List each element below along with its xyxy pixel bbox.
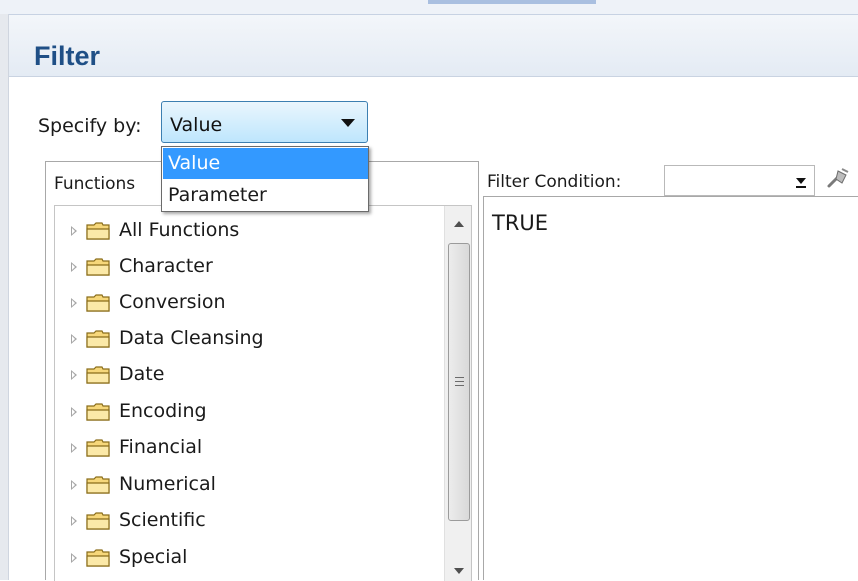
specify-by-selected-value: Value [170,114,223,136]
grip-line [455,377,464,378]
tree-item-label: Date [119,363,165,385]
tree-item-label: Scientific [119,509,206,531]
expand-arrow-icon[interactable] [71,334,77,344]
tree-item-label: Conversion [119,291,226,313]
filter-condition-combo[interactable] [664,165,815,196]
tree-item-label: Numerical [119,473,216,495]
grip-line [455,381,464,382]
expression-builder-icon[interactable] [825,166,851,192]
tree-item[interactable]: Encoding [55,395,435,429]
folder-icon [86,549,110,567]
tree-item-label: All Functions [119,219,240,241]
tree-item[interactable]: Scientific [55,504,435,538]
dropdown-option-value[interactable]: Value [163,148,368,179]
functions-panel-label: Functions [54,174,136,194]
folder-icon [86,258,110,276]
expand-arrow-icon[interactable] [71,298,77,308]
scrollbar-thumb[interactable] [448,243,470,521]
tree-item-label: Data Cleansing [119,327,264,349]
folder-icon [86,294,110,312]
folder-icon [86,366,110,384]
active-tab-indicator [428,0,596,4]
expand-arrow-icon[interactable] [71,443,77,453]
expand-arrow-icon[interactable] [71,516,77,526]
folder-icon [86,512,110,530]
chevron-down-icon[interactable] [341,119,355,127]
filter-condition-editor[interactable]: TRUE [483,196,858,580]
tree-item[interactable]: Conversion [55,286,435,320]
tree-item-label: Special [119,546,188,568]
expand-arrow-icon[interactable] [71,226,77,236]
top-tab-strip [0,0,858,15]
expand-arrow-icon[interactable] [71,262,77,272]
dialog-header: Filter [9,15,858,77]
filter-condition-text[interactable]: TRUE [492,211,548,235]
tree-item[interactable]: Character [55,250,435,284]
folder-icon [86,476,110,494]
scroll-down-arrow-icon[interactable] [454,568,464,574]
tree-item-label: Encoding [119,400,207,422]
expand-arrow-icon[interactable] [71,407,77,417]
tree-item[interactable]: All Functions [55,214,435,248]
tree-item-label: Financial [119,436,203,458]
specify-by-label: Specify by: [38,115,142,137]
dropdown-option-parameter[interactable]: Parameter [163,180,368,211]
tree-item[interactable]: Special [55,541,435,575]
filter-condition-label: Filter Condition: [487,172,622,192]
functions-tree: All Functions Character Conversion Data Cle… [54,205,472,581]
tree-item[interactable]: Financial [55,431,435,465]
dialog-title: Filter [34,41,101,71]
tree-item[interactable]: Numerical [55,468,435,502]
functions-scrollbar[interactable] [444,206,471,581]
expand-arrow-icon[interactable] [71,370,77,380]
scroll-up-arrow-icon[interactable] [454,221,464,227]
folder-icon [86,439,110,457]
tree-item[interactable]: Data Cleansing [55,322,435,356]
folder-icon [86,330,110,348]
folder-icon [86,222,110,240]
left-window-edge [0,14,9,580]
expand-arrow-icon[interactable] [71,480,77,490]
specify-by-dropdown-list: Value Parameter [161,146,369,212]
folder-icon [86,403,110,421]
specify-by-combo[interactable]: Value [161,101,368,143]
tree-item-label: Character [119,255,213,277]
expand-arrow-icon[interactable] [71,553,77,563]
functions-panel: Functions All Functions Character Conversi… [45,161,479,581]
chevron-down-icon[interactable] [796,178,806,188]
grip-line [455,385,464,386]
tree-item[interactable]: Date [55,358,435,392]
